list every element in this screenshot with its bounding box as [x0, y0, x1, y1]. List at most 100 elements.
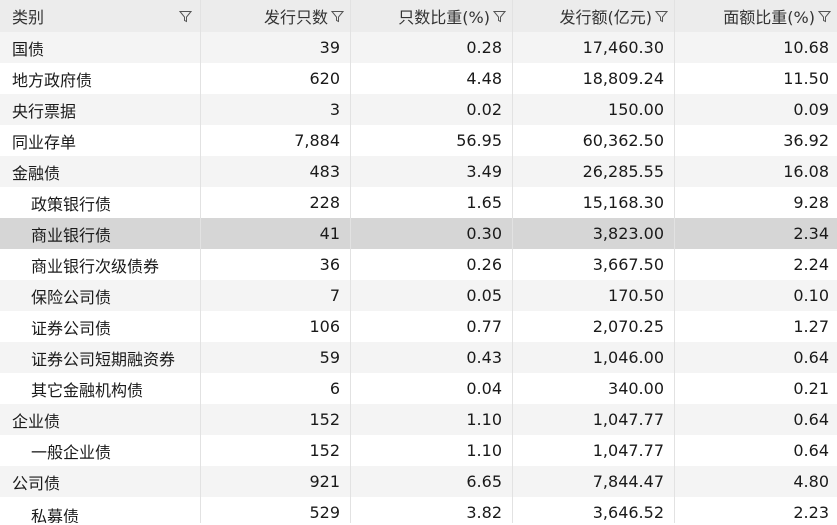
- count-cell: 36: [201, 249, 351, 280]
- table-row[interactable]: 一般企业债 152 1.10 1,047.77 0.64: [0, 435, 837, 466]
- count-pct-cell: 3.82: [351, 497, 513, 523]
- table-row[interactable]: 同业存单 7,884 56.95 60,362.50 36.92: [0, 125, 837, 156]
- count-cell: 41: [201, 218, 351, 249]
- category-cell: 国债: [0, 32, 201, 63]
- category-cell: 其它金融机构债: [0, 373, 201, 404]
- category-cell: 私募债: [0, 497, 201, 523]
- count-pct-cell: 0.04: [351, 373, 513, 404]
- category-cell: 同业存单: [0, 125, 201, 156]
- count-pct-cell: 0.26: [351, 249, 513, 280]
- count-pct-cell: 6.65: [351, 466, 513, 497]
- amount-cell: 340.00: [513, 373, 675, 404]
- column-header-amount[interactable]: 发行额(亿元): [513, 0, 675, 32]
- count-cell: 152: [201, 435, 351, 466]
- table-row[interactable]: 央行票据 3 0.02 150.00 0.09: [0, 94, 837, 125]
- column-header-label: 发行额(亿元): [559, 8, 653, 27]
- count-cell: 7: [201, 280, 351, 311]
- table-row[interactable]: 企业债 152 1.10 1,047.77 0.64: [0, 404, 837, 435]
- amount-pct-cell: 1.27: [793, 317, 829, 336]
- count-pct-cell: 0.43: [351, 342, 513, 373]
- amount-cell: 1,047.77: [513, 404, 675, 435]
- table-row[interactable]: 其它金融机构债 6 0.04 340.00 0.21: [0, 373, 837, 404]
- count-pct-cell: 1.65: [351, 187, 513, 218]
- amount-cell: 150.00: [513, 94, 675, 125]
- bond-issuance-table: 类别 发行只数 只数比重(%) 发行额(亿元) 面额比重(%) 国债 39 0.…: [0, 0, 837, 523]
- column-header-amount-pct[interactable]: 面额比重(%): [675, 0, 837, 32]
- amount-cell: 1,046.00: [513, 342, 675, 373]
- amount-pct-cell: 0.10: [793, 286, 829, 305]
- category-cell: 地方政府债: [0, 63, 201, 94]
- column-header-label: 只数比重(%): [398, 8, 490, 27]
- table-row[interactable]: 金融债 483 3.49 26,285.55 16.08: [0, 156, 837, 187]
- category-cell: 公司债: [0, 466, 201, 497]
- table-row[interactable]: 私募债 529 3.82 3,646.52 2.23: [0, 497, 837, 523]
- count-pct-cell: 1.10: [351, 435, 513, 466]
- count-pct-cell: 56.95: [351, 125, 513, 156]
- table-row[interactable]: 证券公司债 106 0.77 2,070.25 1.27: [0, 311, 837, 342]
- category-cell: 央行票据: [0, 94, 201, 125]
- filter-icon[interactable]: [179, 10, 192, 23]
- amount-pct-cell: 0.64: [793, 348, 829, 367]
- column-header-label: 类别: [12, 8, 45, 27]
- table-row[interactable]: 保险公司债 7 0.05 170.50 0.10: [0, 280, 837, 311]
- table-row[interactable]: 国债 39 0.28 17,460.30 10.68: [0, 32, 837, 63]
- amount-cell: 15,168.30: [513, 187, 675, 218]
- category-cell: 金融债: [0, 156, 201, 187]
- amount-cell: 7,844.47: [513, 466, 675, 497]
- count-cell: 529: [201, 497, 351, 523]
- count-pct-cell: 1.10: [351, 404, 513, 435]
- filter-icon[interactable]: [493, 10, 506, 23]
- column-header-label: 面额比重(%): [723, 8, 815, 27]
- filter-icon[interactable]: [331, 10, 344, 23]
- count-cell: 483: [201, 156, 351, 187]
- category-cell: 商业银行债: [0, 218, 201, 249]
- amount-pct-cell: 4.80: [793, 472, 829, 491]
- count-cell: 6: [201, 373, 351, 404]
- amount-pct-cell: 2.23: [793, 503, 829, 522]
- filter-icon[interactable]: [655, 10, 668, 23]
- count-cell: 3: [201, 94, 351, 125]
- amount-cell: 3,823.00: [513, 218, 675, 249]
- table-row[interactable]: 地方政府债 620 4.48 18,809.24 11.50: [0, 63, 837, 94]
- count-pct-cell: 0.05: [351, 280, 513, 311]
- amount-cell: 3,646.52: [513, 497, 675, 523]
- column-header-count[interactable]: 发行只数: [201, 0, 351, 32]
- table-row[interactable]: 政策银行债 228 1.65 15,168.30 9.28: [0, 187, 837, 218]
- count-cell: 7,884: [201, 125, 351, 156]
- amount-pct-cell: 0.64: [793, 410, 829, 429]
- amount-pct-cell: 9.28: [793, 193, 829, 212]
- amount-cell: 170.50: [513, 280, 675, 311]
- amount-pct-cell: 0.09: [793, 100, 829, 119]
- amount-pct-cell: 36.92: [783, 131, 829, 150]
- amount-pct-cell: 16.08: [783, 162, 829, 181]
- table-row[interactable]: 公司债 921 6.65 7,844.47 4.80: [0, 466, 837, 497]
- amount-cell: 1,047.77: [513, 435, 675, 466]
- count-pct-cell: 0.02: [351, 94, 513, 125]
- category-cell: 证券公司短期融资券: [0, 342, 201, 373]
- column-header-category[interactable]: 类别: [0, 0, 201, 32]
- count-cell: 106: [201, 311, 351, 342]
- category-cell: 政策银行债: [0, 187, 201, 218]
- amount-cell: 2,070.25: [513, 311, 675, 342]
- amount-pct-cell: 0.21: [793, 379, 829, 398]
- amount-pct-cell: 11.50: [783, 69, 829, 88]
- count-cell: 152: [201, 404, 351, 435]
- column-header-count-pct[interactable]: 只数比重(%): [351, 0, 513, 32]
- count-pct-cell: 4.48: [351, 63, 513, 94]
- count-pct-cell: 0.30: [351, 218, 513, 249]
- table-row[interactable]: 证券公司短期融资券 59 0.43 1,046.00 0.64: [0, 342, 837, 373]
- category-cell: 商业银行次级债券: [0, 249, 201, 280]
- amount-cell: 26,285.55: [513, 156, 675, 187]
- filter-icon[interactable]: [818, 10, 831, 23]
- count-cell: 59: [201, 342, 351, 373]
- amount-cell: 18,809.24: [513, 63, 675, 94]
- amount-pct-cell: 10.68: [783, 38, 829, 57]
- count-cell: 921: [201, 466, 351, 497]
- count-pct-cell: 3.49: [351, 156, 513, 187]
- category-cell: 一般企业债: [0, 435, 201, 466]
- count-cell: 228: [201, 187, 351, 218]
- table-row-selected[interactable]: 商业银行债 41 0.30 3,823.00 2.34: [0, 218, 837, 249]
- count-cell: 39: [201, 32, 351, 63]
- table-row[interactable]: 商业银行次级债券 36 0.26 3,667.50 2.24: [0, 249, 837, 280]
- count-pct-cell: 0.77: [351, 311, 513, 342]
